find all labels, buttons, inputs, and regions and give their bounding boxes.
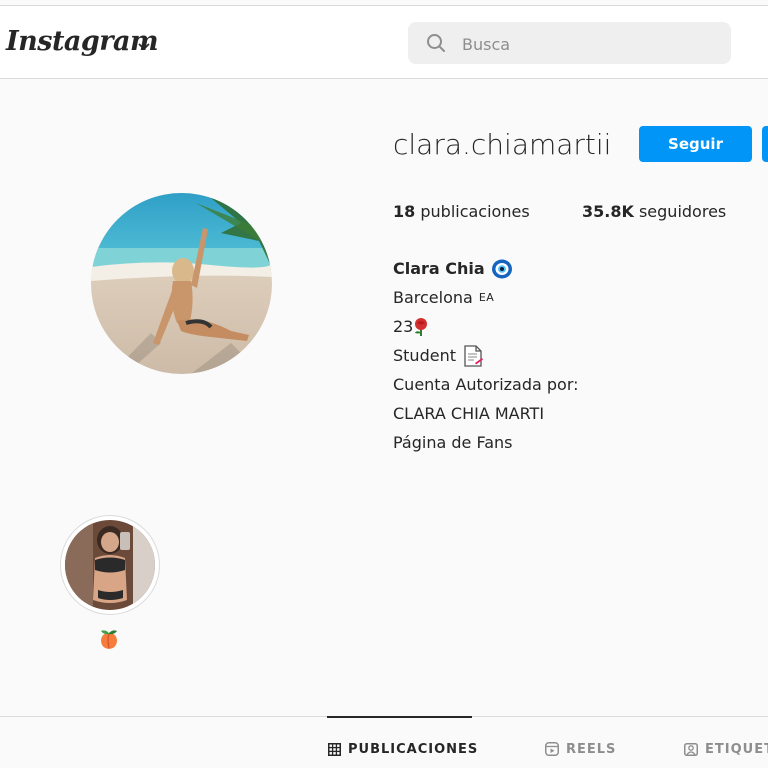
peach-emoji-icon <box>98 628 120 654</box>
reels-icon <box>545 742 559 756</box>
grid-icon <box>328 742 341 756</box>
memo-emoji-icon <box>463 344 483 367</box>
active-tab-indicator <box>327 716 472 718</box>
tagged-icon <box>684 743 698 756</box>
age: 23 <box>393 317 414 336</box>
followers-count: 35.8K <box>582 202 634 221</box>
evil-eye-emoji-icon <box>491 258 513 280</box>
instagram-logo[interactable]: Instagram <box>6 26 159 58</box>
bio-name-line: CLARA CHIA MARTI <box>393 404 545 423</box>
rose-emoji-icon <box>413 317 429 337</box>
posts-stat[interactable]: 18 publicaciones <box>393 201 530 223</box>
tab-label: REELS <box>566 741 617 757</box>
location: Barcelona <box>393 288 473 307</box>
followers-label: seguidores <box>638 202 727 221</box>
profile-avatar[interactable] <box>91 193 272 374</box>
occupation: Student <box>393 346 456 365</box>
tab-label: ETIQUET <box>705 741 768 757</box>
tab-reels[interactable]: REELS <box>545 738 616 760</box>
location-flag: EA <box>478 291 495 304</box>
profile-bio: Clara Chia Barcelona EA 23 Student Cuent… <box>393 254 579 457</box>
follow-button[interactable]: Seguir <box>639 126 752 162</box>
tab-publicaciones[interactable]: PUBLICACIONES <box>328 738 478 760</box>
posts-count: 18 <box>393 202 416 221</box>
tab-etiquetadas[interactable]: ETIQUET <box>684 738 768 760</box>
search-bar[interactable] <box>408 22 731 66</box>
posts-label: publicaciones <box>420 202 530 221</box>
top-navbar: Instagram <box>0 6 768 79</box>
profile-username: clara.chiamartii <box>393 128 612 161</box>
search-icon <box>426 33 446 57</box>
followers-stat[interactable]: 35.8K seguidores <box>582 201 726 223</box>
bio-authorized-line: Cuenta Autorizada por: <box>393 375 579 394</box>
search-input[interactable] <box>460 22 714 66</box>
highlight-cover <box>65 520 155 610</box>
bio-fanpage-line: Página de Fans <box>393 433 513 452</box>
full-name: Clara Chia <box>393 259 485 278</box>
tab-label: PUBLICACIONES <box>348 741 479 757</box>
chevron-down-icon[interactable] <box>138 36 150 55</box>
suggested-accounts-button[interactable] <box>762 126 768 162</box>
story-highlight[interactable] <box>60 515 160 615</box>
